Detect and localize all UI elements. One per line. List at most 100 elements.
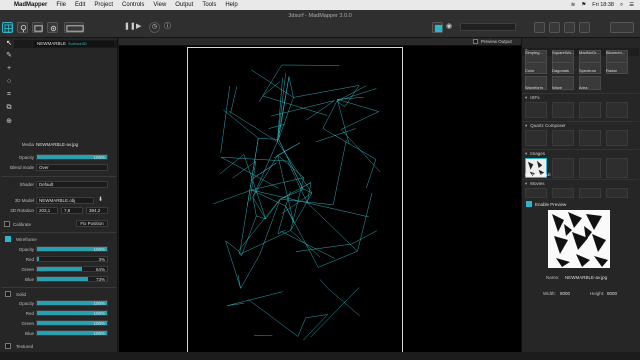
opacity-slider[interactable]: 100% bbox=[36, 154, 108, 160]
info-icon[interactable]: ⓘ bbox=[164, 22, 175, 33]
window-title: 3dsurf - MadMapper 3.0.0 bbox=[288, 13, 352, 19]
library-button[interactable] bbox=[534, 22, 545, 33]
calibrate-checkbox[interactable] bbox=[4, 221, 10, 227]
wire-red-label: Red bbox=[25, 257, 34, 262]
music-button[interactable] bbox=[564, 22, 575, 33]
wifi-icon[interactable]: ≋ bbox=[571, 2, 576, 8]
pen-icon[interactable]: ✎ bbox=[5, 52, 13, 60]
menu-view[interactable]: View bbox=[153, 2, 166, 8]
name-value: NEWMARBLE-av.jpg bbox=[565, 275, 608, 280]
menu-project[interactable]: Project bbox=[94, 2, 113, 8]
plus-icon[interactable]: + bbox=[5, 65, 13, 73]
solid-opacity-slider[interactable]: 100% bbox=[36, 300, 108, 306]
shader-select[interactable]: Default bbox=[36, 181, 108, 188]
output-canvas[interactable] bbox=[187, 47, 403, 354]
menu-edit[interactable]: Edit bbox=[75, 2, 85, 8]
solid-red-slider[interactable]: 100% bbox=[36, 310, 108, 316]
rotation-y[interactable]: 7,8 bbox=[61, 207, 83, 214]
qc-slot[interactable] bbox=[525, 130, 547, 146]
surface-type: Surface3D bbox=[68, 41, 87, 46]
rotation-z[interactable]: 384,2 bbox=[86, 207, 108, 214]
ios-button[interactable] bbox=[64, 22, 84, 33]
menu-tools[interactable]: Tools bbox=[202, 2, 216, 8]
eye-icon[interactable]: ◉ bbox=[446, 22, 457, 33]
menu-file[interactable]: File bbox=[56, 2, 66, 8]
qc-slot[interactable] bbox=[606, 130, 628, 146]
menu-output[interactable]: Output bbox=[175, 2, 193, 8]
circle-icon[interactable]: ○ bbox=[5, 78, 13, 86]
fix-position-button[interactable]: Fix Position bbox=[76, 220, 108, 227]
crop-icon[interactable]: ⌗ bbox=[5, 91, 13, 99]
pause-icon[interactable]: ❚❚ bbox=[124, 22, 136, 33]
surface-tag[interactable]: NEWMARBLE Surface3D bbox=[34, 41, 114, 47]
wire-red-slider[interactable]: 3% bbox=[36, 256, 108, 262]
rotation-x[interactable]: 203,1 bbox=[36, 207, 58, 214]
enable-preview-label: Enable Preview bbox=[535, 202, 567, 207]
isf-slot[interactable] bbox=[579, 102, 601, 118]
blend-select[interactable]: Over bbox=[36, 164, 108, 171]
picture-button[interactable] bbox=[579, 22, 590, 33]
media-value[interactable]: NEWMARBLE-av.jpg bbox=[36, 142, 78, 147]
images-section-title: Images bbox=[530, 151, 546, 156]
triangle-icon: ▾ bbox=[525, 151, 528, 156]
arrow-icon[interactable]: ↖ bbox=[5, 40, 13, 48]
wire-blue-slider[interactable]: 73% bbox=[36, 276, 108, 282]
layers-icon[interactable]: ⧉ bbox=[5, 104, 13, 112]
enable-preview-checkbox[interactable] bbox=[526, 201, 532, 207]
settings-button[interactable] bbox=[47, 22, 58, 33]
wire-opacity-slider[interactable]: 100% bbox=[36, 246, 108, 252]
solid-green-slider[interactable]: 100% bbox=[36, 320, 108, 326]
movie-slot[interactable] bbox=[525, 188, 547, 198]
output-select[interactable] bbox=[460, 23, 516, 31]
wire-green-slider[interactable]: 64% bbox=[36, 266, 108, 272]
isf-slot[interactable] bbox=[525, 102, 547, 118]
preview-output-checkbox[interactable] bbox=[473, 39, 478, 44]
menu-bar: MadMapper File Edit Project Controls Vie… bbox=[0, 0, 640, 10]
surface-tool-button[interactable] bbox=[2, 22, 13, 33]
image-slot[interactable] bbox=[579, 158, 601, 178]
marble-preview bbox=[548, 210, 610, 268]
menu-controls[interactable]: Controls bbox=[122, 2, 144, 8]
output-button[interactable] bbox=[432, 22, 443, 33]
output-icon bbox=[434, 24, 442, 32]
gen-caption-6: Dagonals bbox=[552, 68, 569, 73]
movie-slot[interactable] bbox=[606, 188, 628, 198]
solid-blue-slider[interactable]: 100% bbox=[36, 330, 108, 336]
textured-checkbox[interactable] bbox=[5, 343, 11, 349]
media-button[interactable] bbox=[32, 22, 43, 33]
solid-green-label: Green bbox=[21, 321, 34, 326]
qc-section-header[interactable]: ▾ Quartz Composer bbox=[522, 121, 639, 129]
image-slot[interactable] bbox=[552, 158, 574, 178]
height-label: Height: bbox=[590, 291, 605, 296]
qc-slot[interactable] bbox=[579, 130, 601, 146]
download-icon[interactable]: ⬇ bbox=[98, 196, 103, 203]
qc-slot[interactable] bbox=[552, 130, 574, 146]
gen-caption-2: SquareWa... bbox=[552, 50, 575, 55]
wireframe-checkbox[interactable] bbox=[5, 236, 11, 242]
menu-app-name[interactable]: MadMapper bbox=[14, 2, 47, 8]
movie-slot[interactable] bbox=[552, 188, 574, 198]
search-icon[interactable]: ⌕ bbox=[620, 2, 623, 9]
timer-icon[interactable]: ◷ bbox=[149, 22, 160, 33]
isf-slot[interactable] bbox=[606, 102, 628, 118]
movies-section-header[interactable]: ▾ Movies bbox=[522, 179, 639, 187]
list-icon[interactable]: ☰ bbox=[629, 2, 634, 8]
add-icon[interactable]: ⊕ bbox=[5, 118, 13, 126]
tool-column: ↖ ✎ + ○ ⌗ ⧉ ⊕ bbox=[2, 40, 13, 140]
isf-section-header[interactable]: ▾ ISFs bbox=[522, 93, 639, 101]
play-icon[interactable]: ▶ bbox=[136, 22, 147, 33]
share-button[interactable] bbox=[610, 22, 634, 33]
solid-checkbox[interactable] bbox=[5, 291, 11, 297]
film-button[interactable] bbox=[549, 22, 560, 33]
isf-slot[interactable] bbox=[552, 102, 574, 118]
image-slot[interactable] bbox=[606, 158, 628, 178]
images-section-header[interactable]: ▾ Images bbox=[522, 149, 639, 157]
flag-icon[interactable]: ⚑ bbox=[581, 2, 586, 8]
movie-slot[interactable] bbox=[579, 188, 601, 198]
model-select[interactable]: NEWMARBLE.obj bbox=[36, 197, 94, 204]
menu-help[interactable]: Help bbox=[225, 2, 237, 8]
solid-opacity-label: Opacity bbox=[18, 301, 34, 306]
isf-section-title: ISFs bbox=[530, 95, 540, 100]
location-button[interactable] bbox=[17, 22, 28, 33]
clock[interactable]: Fri 18:38 bbox=[592, 2, 614, 8]
